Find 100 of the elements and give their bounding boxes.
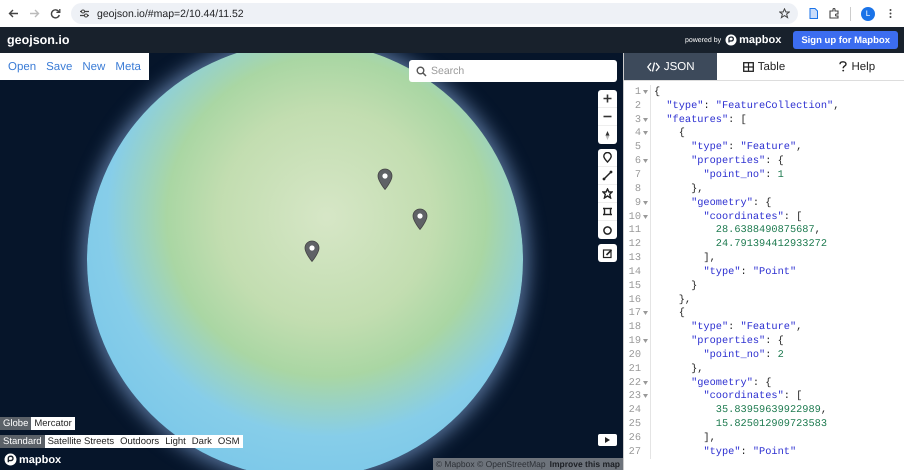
- document-icon: [808, 8, 819, 19]
- circle-icon: [602, 224, 613, 236]
- map-style-option[interactable]: Standard: [0, 435, 45, 448]
- line-number: 25: [628, 418, 641, 430]
- map-style-option[interactable]: Dark: [188, 435, 215, 448]
- fold-arrow-icon[interactable]: [643, 159, 648, 164]
- code-line: "coordinates": [: [702, 390, 802, 402]
- line-number: 2: [634, 100, 641, 112]
- code-line: "properties": {: [690, 155, 784, 168]
- line-number: 27: [628, 446, 641, 458]
- code-line: "type": "Point": [702, 446, 796, 458]
- line-number: 26: [628, 432, 641, 444]
- code-line: },: [690, 362, 704, 375]
- line-number: 8: [634, 182, 641, 195]
- line-number: 7: [634, 168, 641, 181]
- line-number: 23: [628, 390, 641, 402]
- fold-arrow-icon[interactable]: [643, 131, 648, 136]
- edit-icon: [602, 248, 613, 258]
- line-icon: [602, 170, 613, 181]
- code-line: "features": [: [665, 114, 747, 126]
- line-number: 13: [628, 252, 641, 264]
- map-marker-icon: [602, 152, 613, 163]
- map-pin-icon[interactable]: [412, 208, 428, 230]
- fold-arrow-icon[interactable]: [643, 380, 648, 385]
- collapse-button[interactable]: [598, 434, 617, 446]
- puzzle-piece-icon: [829, 8, 840, 19]
- question-icon: [839, 61, 848, 72]
- code-line: 28.6388490875687,: [714, 224, 821, 236]
- address-bar[interactable]: geojson.io/#map=2/10.44/11.52: [71, 3, 798, 24]
- app-title: geojson.io: [7, 33, 70, 47]
- url-text: geojson.io/#map=2/10.44/11.52: [97, 8, 245, 20]
- fold-arrow-icon[interactable]: [643, 118, 648, 122]
- triangle-right-icon: [605, 437, 610, 443]
- code-line: "type": "Feature",: [690, 141, 802, 154]
- line-number: 1: [634, 86, 641, 98]
- line-number: 21: [628, 362, 641, 375]
- mapbox-logo-icon: [725, 34, 738, 46]
- rectangle-icon: [602, 206, 613, 217]
- polygon-icon: [602, 188, 613, 199]
- code-line: "coordinates": [: [702, 210, 802, 223]
- draw-point-button[interactable]: [598, 149, 617, 167]
- profile-avatar[interactable]: L: [861, 6, 875, 20]
- line-number: 22: [628, 376, 641, 389]
- line-number: 12: [628, 238, 641, 250]
- code-line: {: [653, 86, 660, 98]
- menu-item[interactable]: Save: [42, 60, 76, 72]
- plus-icon: [602, 93, 613, 104]
- fold-arrow-icon[interactable]: [643, 90, 648, 94]
- panel-tab[interactable]: JSON: [624, 53, 718, 80]
- code-line: "point_no": 2: [702, 348, 784, 361]
- star-icon: [779, 8, 790, 19]
- attribution-text: © Mapbox © OpenStreetMap: [436, 459, 546, 469]
- code-line: ],: [702, 252, 716, 264]
- line-number: 18: [628, 321, 641, 334]
- code-line: ],: [702, 432, 716, 444]
- map-pin-icon[interactable]: [377, 168, 393, 190]
- map-style-option[interactable]: OSM: [214, 435, 242, 448]
- fold-arrow-icon[interactable]: [643, 311, 648, 316]
- map-style-option[interactable]: Light: [162, 435, 189, 448]
- code-icon: [646, 62, 660, 72]
- line-number: 4: [634, 127, 641, 140]
- code-line: "geometry": {: [690, 196, 772, 209]
- projection-toggle[interactable]: Globe: [0, 417, 32, 430]
- line-number: 11: [628, 224, 641, 236]
- code-line: "type": "Feature",: [690, 321, 802, 334]
- draw-polygon-button[interactable]: [598, 185, 617, 203]
- line-number: 5: [634, 141, 641, 154]
- line-number: 16: [628, 294, 641, 306]
- map-style-option[interactable]: Satellite Streets: [44, 435, 118, 448]
- fold-arrow-icon[interactable]: [643, 339, 648, 344]
- projection-toggle[interactable]: Mercator: [31, 417, 75, 430]
- line-number: 15: [628, 280, 641, 292]
- code-line: }: [690, 280, 698, 292]
- fold-arrow-icon[interactable]: [643, 394, 648, 398]
- menu-item[interactable]: Meta: [111, 60, 145, 72]
- menu-item[interactable]: New: [78, 60, 110, 72]
- fold-arrow-icon[interactable]: [643, 214, 648, 219]
- back-arrow-icon: [8, 8, 19, 19]
- code-line: "geometry": {: [690, 376, 772, 389]
- code-line: },: [678, 294, 692, 306]
- line-number: 3: [634, 114, 641, 126]
- mapbox-logo-icon: [4, 453, 17, 466]
- code-line: "point_no": 1: [702, 168, 784, 181]
- line-number: 20: [628, 348, 641, 361]
- code-line: {: [678, 127, 685, 140]
- code-line: 15.825012909723583: [714, 418, 828, 430]
- map-pin-icon[interactable]: [304, 240, 320, 262]
- map-style-option[interactable]: Outdoors: [117, 435, 162, 448]
- brand-name: mapbox: [739, 34, 782, 46]
- menu-item[interactable]: Open: [4, 60, 40, 72]
- reload-icon: [50, 8, 61, 19]
- fold-arrow-icon[interactable]: [643, 200, 648, 205]
- line-number: 14: [628, 266, 641, 278]
- search-field[interactable]: Search: [409, 60, 617, 82]
- line-number: 6: [634, 155, 641, 168]
- line-number: 17: [628, 307, 641, 320]
- code-line: 24.791394412933272: [714, 238, 828, 250]
- signup-button[interactable]: Sign up for Mapbox: [793, 31, 898, 49]
- line-number: 24: [628, 404, 641, 416]
- code-line: {: [678, 307, 685, 320]
